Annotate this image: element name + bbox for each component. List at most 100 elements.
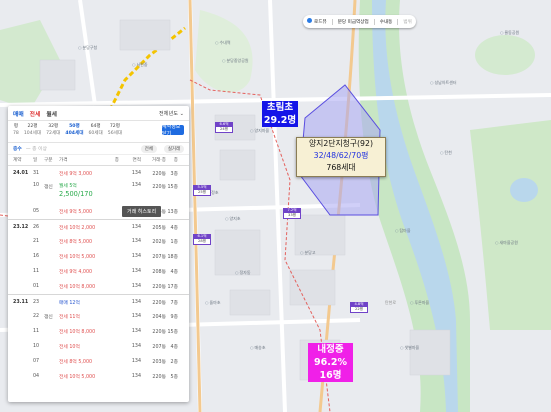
school-label-naejeong[interactable]: 내정중 96.2% 16명 <box>308 343 353 382</box>
filter-pill-real[interactable]: 실거래 <box>163 144 184 153</box>
apt-size: 24평 <box>215 127 233 133</box>
apt-price-tag[interactable]: 6.6억 24평 <box>215 122 233 133</box>
table-row[interactable]: 21 전세 8억 5,000 134 202동 1층 <box>8 234 189 249</box>
place-label: 샛별마을 <box>400 345 420 351</box>
size-option[interactable]: 22평 104세대 <box>24 124 41 137</box>
layer-option[interactable]: 분당 미금역상업 <box>338 19 369 25</box>
complex-info-box[interactable]: 양지2단지청구(92) 32/48/62/70평 768세대 <box>296 137 386 177</box>
table-row[interactable]: 16 전세 10억 5,000 134 207동 18층 <box>8 249 189 264</box>
cell-unit: 220동 <box>152 172 166 177</box>
cell-unit: 220동 <box>152 285 166 290</box>
cell-price: 전세 8억 5,000 <box>59 240 93 245</box>
place-label: 정자동 <box>235 270 251 276</box>
table-row[interactable]: 01 전세 10억 8,000 134 220동 17층 <box>8 279 189 294</box>
table-row[interactable]: 11 전세 10억 8,000 134 220동 15층 <box>8 324 189 339</box>
cell-price: 전세 10억 5,000 <box>59 255 96 260</box>
size-option[interactable]: 32평 72세대 <box>46 124 60 137</box>
floor-filter: 층수 — 층 이상 전체 실거래 <box>8 143 189 155</box>
cell-type: 갱신 <box>44 315 53 320</box>
school-label-chorim[interactable]: 초림초 29.2명 <box>262 101 298 127</box>
floor-filter-input[interactable]: — 층 이상 <box>26 145 47 152</box>
size-option-active[interactable]: 50평 404세대 <box>65 124 83 137</box>
cell-fl: 5층 <box>170 375 178 380</box>
map-view[interactable]: 로드뷰 분당 미금역상업 수내동 범위 분당구청 서현중 분당중앙공원 양지마을… <box>0 0 551 412</box>
header-day: 일 <box>33 158 38 163</box>
school-name: 초림초 <box>266 102 294 113</box>
header-date: 계약 <box>13 158 22 163</box>
size-households: 56세대 <box>107 130 123 136</box>
history-tooltip: 거래 히스토리 <box>122 206 162 217</box>
apt-price-tag[interactable]: 7.2억 33평 <box>283 208 301 219</box>
cell-date: 23.11 <box>13 299 29 305</box>
table-row[interactable]: 22 갱신 전세 11억 134 204동 9층 <box>8 309 189 324</box>
cell-area: 134 <box>131 183 141 188</box>
place-label: 수내역 <box>215 40 231 46</box>
cell-price: 전세 10억 2,000 <box>59 225 96 231</box>
cell-unit: 207동 <box>152 345 166 350</box>
table-row[interactable]: 11 전세 9억 4,000 134 208동 4층 <box>8 264 189 279</box>
place-label: 탑마을 <box>395 228 411 234</box>
size-households: 60세대 <box>88 130 103 136</box>
cell-day: 21 <box>33 239 40 244</box>
table-row[interactable]: 10 전세 10억 134 207동 4층 <box>8 339 189 354</box>
cell-fl: 2층 <box>170 360 178 365</box>
cell-fl: 15층 <box>167 185 178 190</box>
cell-fl: 18층 <box>167 255 178 260</box>
complex-sizes: 32/48/62/70평 <box>313 151 369 160</box>
table-row[interactable]: 23.12 26 전세 10억 2,000 134 205동 4층 <box>8 219 189 234</box>
table-row[interactable]: 23.11 23 매매 12억 134 220동 7층 <box>8 294 189 309</box>
size-option[interactable]: 평 78 <box>13 124 19 137</box>
cell-day: 16 <box>33 254 40 259</box>
range-option[interactable]: 범위 <box>403 19 411 25</box>
apt-price-tag[interactable]: 5.5억 25평 <box>193 185 211 196</box>
place-label: 율동공원 <box>500 30 520 36</box>
size-households: 404세대 <box>65 130 84 136</box>
close-info-button[interactable]: 계약정보 닫기 <box>162 124 184 137</box>
cell-price: 전세 8억 5,000 <box>59 360 93 365</box>
place-label: 양지마을 <box>250 128 270 134</box>
table-row[interactable]: 10 갱신 월세 5억 2,500/170 134 220동 15층 <box>8 181 189 204</box>
table-row[interactable]: 04 전세 10억 5,000 134 220동 5층 <box>8 369 189 384</box>
layer-option[interactable]: 수내동 <box>380 19 393 25</box>
cell-fl: 4층 <box>170 225 178 231</box>
table-row[interactable]: 07 전세 8억 5,000 134 203동 2층 <box>8 354 189 369</box>
header-fl: 층 <box>173 158 178 163</box>
cell-price: 전세 11억 <box>59 315 80 320</box>
roadview-toggle[interactable]: 로드뷰 <box>307 18 327 25</box>
divider <box>331 18 333 25</box>
table-header: 계약 일 구분 가격 층 면적 거래·층 층 <box>8 155 189 166</box>
place-label: 분당중앙공원 <box>222 58 249 64</box>
tab-jeonse[interactable]: 전세 <box>30 109 41 118</box>
cell-area: 134 <box>131 284 141 289</box>
tab-sale[interactable]: 매매 <box>13 109 24 118</box>
header-area: 면적 <box>132 158 141 163</box>
apt-size: 28평 <box>193 239 211 245</box>
cell-day: 26 <box>33 224 40 230</box>
header-price: 가격 <box>59 158 68 163</box>
size-option[interactable]: 64평 60세대 <box>88 124 102 137</box>
cell-area: 134 <box>131 171 141 176</box>
apt-price-tag[interactable]: 4.8억 22평 <box>350 302 368 313</box>
table-row[interactable]: 05전세 9억 5,000134206동13층 <box>8 204 189 219</box>
apt-size: 25평 <box>193 190 211 196</box>
place-label: 분당구청 <box>78 45 98 51</box>
divider <box>373 18 375 25</box>
apt-price-tag[interactable]: 6.1억 28평 <box>193 234 211 245</box>
cell-day: 04 <box>33 374 40 379</box>
filter-pill-all[interactable]: 전체 <box>140 144 157 153</box>
table-row[interactable]: 24.01 31 전세 9억 3,000 134 220동 3층 <box>8 166 189 181</box>
place-label: 탄천 <box>440 150 452 156</box>
cell-unit: 207동 <box>152 255 166 260</box>
transaction-list: 24.01 31 전세 9억 3,000 134 220동 3층 10 갱신 월세 5억 2,50… <box>8 166 189 386</box>
school-stat: 29.2명 <box>263 115 297 126</box>
tab-wolse[interactable]: 월세 <box>46 109 57 118</box>
year-select[interactable]: 전체년도 ⌄ <box>159 110 184 117</box>
cell-fl: 13층 <box>167 210 178 215</box>
cell-area: 134 <box>131 344 141 349</box>
size-option[interactable]: 72평 56세대 <box>108 124 122 137</box>
check-icon <box>307 18 312 23</box>
cell-day: 01 <box>33 284 40 289</box>
cell-date: 23.12 <box>13 224 29 230</box>
cell-day: 10 <box>33 344 40 349</box>
cell-unit: 220동 <box>152 300 166 306</box>
